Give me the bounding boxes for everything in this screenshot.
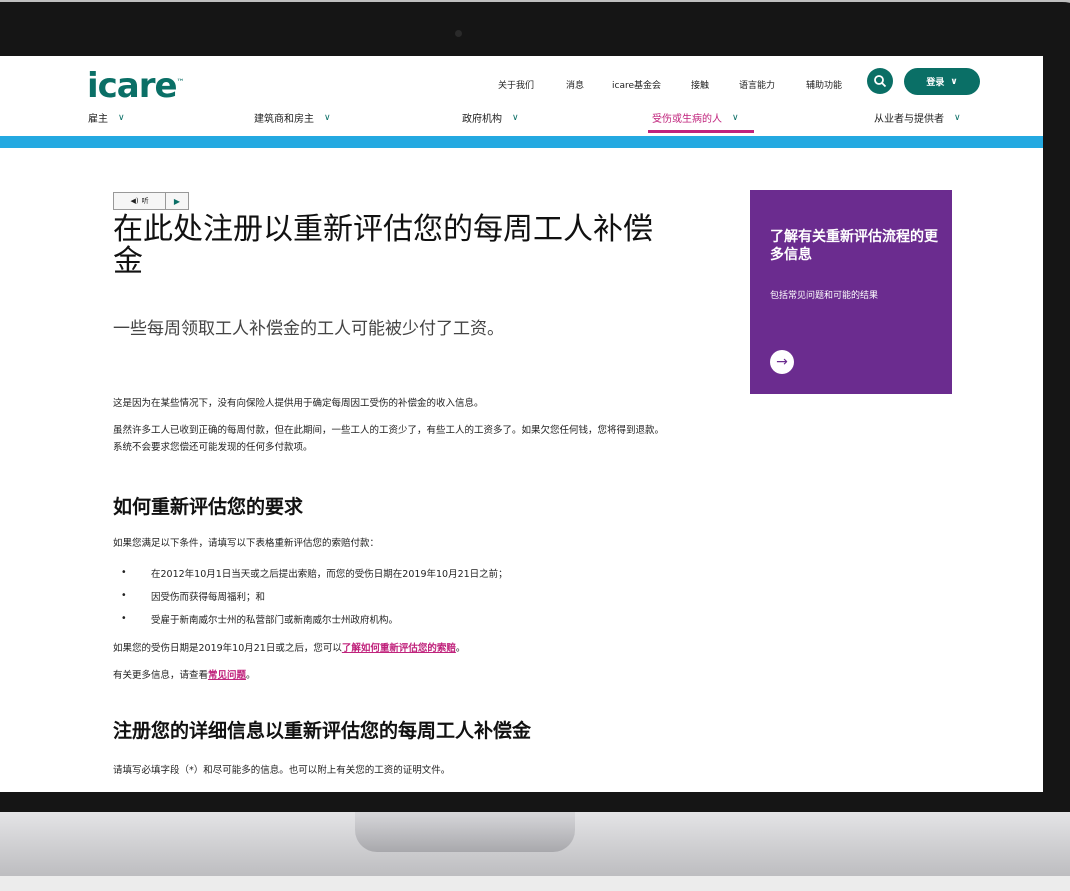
search-icon xyxy=(874,75,887,88)
laptop-shadow xyxy=(0,876,1070,891)
speaker-icon: ◀) xyxy=(130,197,139,205)
main-nav-practitioners[interactable]: 从业者与提供者 ∨ xyxy=(874,110,961,126)
main-nav-builders[interactable]: 建筑商和房主 ∨ xyxy=(254,110,331,126)
more-info-card[interactable]: 了解有关重新评估流程的更多信息 包括常见问题和可能的结果 → xyxy=(750,190,952,394)
arrow-right-icon[interactable]: → xyxy=(770,350,794,374)
camera-icon xyxy=(455,30,462,37)
intro-paragraph: 这是因为在某些情况下，没有向保险人提供用于确定每周因工受伤的补偿金的收入信息。 xyxy=(113,398,484,409)
form-intro: 请填写必填字段（*）和尽可能多的信息。也可以附上有关您的工资的证明文件。 xyxy=(113,765,451,776)
card-description: 包括常见问题和可能的结果 xyxy=(770,291,879,301)
nav-language-link[interactable]: 语言能力 xyxy=(739,78,775,91)
login-label: 登录 xyxy=(926,78,945,88)
browser-screen: icare™ 关于我们 消息 icare基金会 接触 语言能力 辅助功能 登录 … xyxy=(0,56,1043,792)
section-heading-reassess: 如何重新评估您的要求 xyxy=(113,496,304,518)
faq-paragraph: 有关更多信息，请查看常见问题。 xyxy=(113,670,256,681)
chevron-down-icon: ∨ xyxy=(950,76,958,87)
laptop-base-notch xyxy=(355,812,575,852)
after-date-paragraph: 如果您的受伤日期是2019年10月21日或之后，您可以了解如何重新评估您的索赔。 xyxy=(113,643,466,654)
chevron-down-icon: ∨ xyxy=(954,112,961,123)
conditions-list: • 在2012年10月1日当天或之后提出索赔，而您的受伤日期在2019年10月21… xyxy=(113,561,508,630)
main-nav-employers[interactable]: 雇主 ∨ xyxy=(88,110,125,126)
listen-button[interactable]: ◀) 听 xyxy=(114,193,166,209)
main-nav-government[interactable]: 政府机构 ∨ xyxy=(462,110,519,126)
nav-foundation-link[interactable]: icare基金会 xyxy=(612,78,661,91)
login-button[interactable]: 登录 ∨ xyxy=(904,68,980,95)
nav-about-link[interactable]: 关于我们 xyxy=(498,78,534,91)
list-item: • 因受伤而获得每周福利；和 xyxy=(121,590,266,603)
chevron-down-icon: ∨ xyxy=(512,112,519,123)
page-title: 在此处注册以重新评估您的每周工人补偿金 xyxy=(113,212,653,279)
chevron-down-icon: ∨ xyxy=(732,112,739,123)
reassess-claim-link[interactable]: 了解如何重新评估您的索赔 xyxy=(342,643,456,654)
listen-player[interactable]: ◀) 听 ▶ xyxy=(113,192,189,210)
nav-accessibility-link[interactable]: 辅助功能 xyxy=(806,78,842,91)
chevron-down-icon: ∨ xyxy=(118,112,125,123)
nav-contact-link[interactable]: 接触 xyxy=(691,78,709,91)
page-subtitle: 一些每周领取工人补偿金的工人可能被少付了工资。 xyxy=(113,319,504,339)
conditions-intro: 如果您满足以下条件，请填写以下表格重新评估您的索赔付款： xyxy=(113,538,380,549)
card-title: 了解有关重新评估流程的更多信息 xyxy=(770,229,938,263)
main-nav-injured[interactable]: 受伤或生病的人 ∨ xyxy=(652,110,739,126)
play-icon[interactable]: ▶ xyxy=(166,193,188,209)
nav-news-link[interactable]: 消息 xyxy=(566,78,584,91)
icare-logo[interactable]: icare™ xyxy=(87,66,185,106)
search-button[interactable] xyxy=(867,68,893,94)
list-item: • 受雇于新南威尔士州的私营部门或新南威尔士州政府机构。 xyxy=(121,613,399,626)
header-band xyxy=(0,136,1043,148)
payment-paragraph: 虽然许多工人已收到正确的每周付款，但在此期间，一些工人的工资少了，有些工人的工资… xyxy=(113,425,665,453)
active-nav-indicator xyxy=(648,130,754,133)
list-item: • 在2012年10月1日当天或之后提出索赔，而您的受伤日期在2019年10月21… xyxy=(121,567,508,580)
section-heading-register: 注册您的详细信息以重新评估您的每周工人补偿金 xyxy=(113,720,532,742)
faq-link[interactable]: 常见问题 xyxy=(208,670,246,681)
chevron-down-icon: ∨ xyxy=(324,112,331,123)
